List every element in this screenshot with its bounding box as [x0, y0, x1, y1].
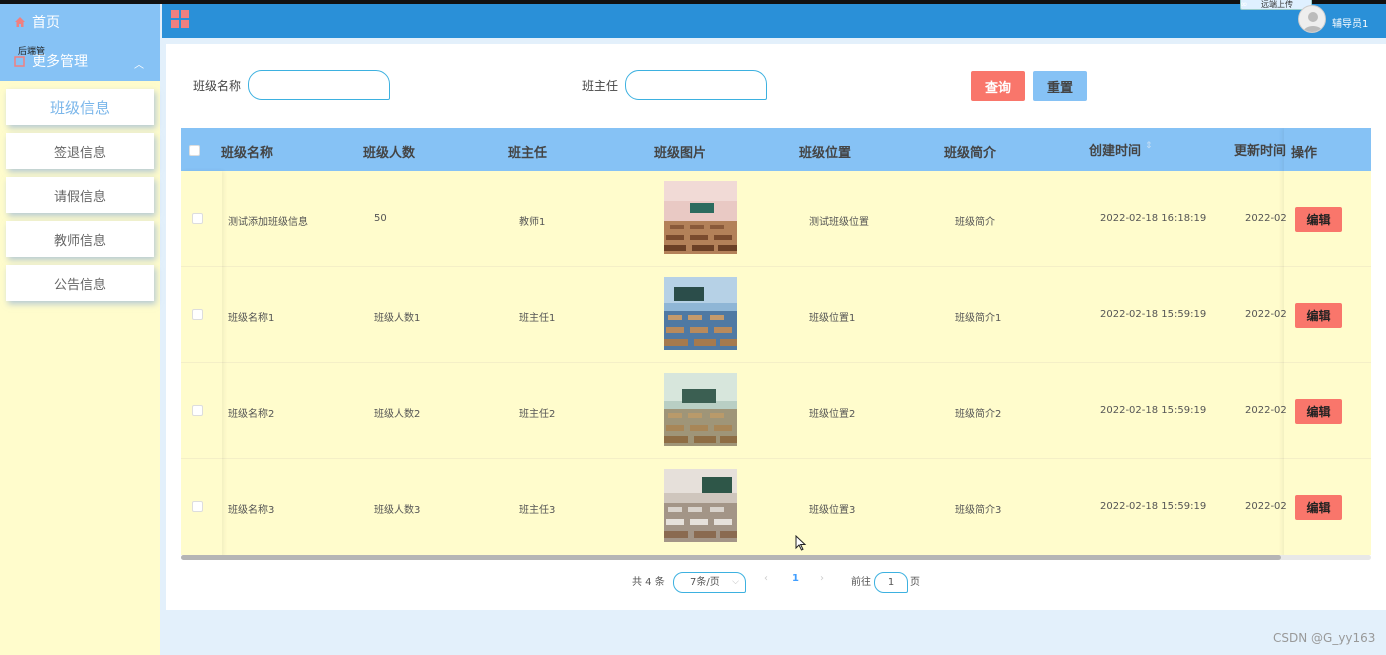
cell-class-name: 测试添加班级信息 — [228, 217, 308, 228]
main-panel: 班级名称 班主任 查询 重置 班级名称 班级人数 班主任 班级图片 班级位置 班… — [166, 44, 1386, 610]
col-actions: 操作 — [1291, 146, 1318, 161]
cell-teacher: 班主任3 — [519, 505, 556, 516]
cell-intro: 班级简介1 — [955, 313, 1002, 324]
cell-class-count: 50 — [374, 213, 387, 224]
cell-location: 班级位置3 — [809, 505, 856, 516]
cell-class-name: 班级名称2 — [228, 409, 275, 420]
col-teacher[interactable]: 班主任 — [508, 142, 547, 161]
cell-location: 班级位置1 — [809, 313, 856, 324]
edit-button[interactable]: 编辑 — [1295, 303, 1342, 328]
search-button[interactable]: 查询 — [971, 71, 1025, 101]
chevron-up-icon: ︿ — [134, 60, 144, 71]
col-class-location[interactable]: 班级位置 — [799, 142, 851, 161]
cell-intro: 班级简介2 — [955, 409, 1002, 420]
table-header: 班级名称 班级人数 班主任 班级图片 班级位置 班级简介 创建时间 ⇕ 更新时间… — [181, 128, 1371, 171]
reset-button[interactable]: 重置 — [1033, 71, 1087, 101]
table-row: 班级名称3 班级人数3 班主任3 班级位置3 班级简介3 2022-02-18 … — [181, 459, 1371, 555]
class-image[interactable] — [664, 277, 737, 350]
horizontal-scrollbar[interactable] — [181, 555, 1281, 560]
cell-updated: 2022-02 — [1245, 213, 1287, 224]
page-size-select[interactable]: 7条/页 ⌵ — [673, 572, 746, 593]
cell-class-count: 班级人数1 — [374, 313, 421, 324]
sidebar-item-leave-info[interactable]: 请假信息 — [6, 177, 154, 213]
col-class-image[interactable]: 班级图片 — [654, 142, 706, 161]
sidebar-item-teacher-info[interactable]: 教师信息 — [6, 221, 154, 257]
row-checkbox[interactable] — [192, 405, 203, 416]
teacher-label: 班主任 — [582, 79, 619, 93]
row-checkbox[interactable] — [192, 501, 203, 512]
goto-prefix: 前往 — [851, 577, 871, 588]
cell-class-count: 班级人数3 — [374, 505, 421, 516]
cell-intro: 班级简介 — [955, 217, 995, 228]
row-checkbox[interactable] — [192, 213, 203, 224]
class-image[interactable] — [664, 373, 737, 446]
sidebar-more-management[interactable]: 后端管 更多管理 ︿ — [0, 40, 160, 81]
next-page-icon[interactable]: › — [820, 573, 824, 584]
watermark: CSDN @G_yy163 — [1273, 631, 1376, 645]
top-header: 远端上传 ∞ 辅导员1 — [162, 0, 1386, 38]
cell-intro: 班级简介3 — [955, 505, 1002, 516]
col-class-name[interactable]: 班级名称 — [221, 142, 273, 161]
cell-created: 2022-02-18 15:59:19 — [1100, 501, 1207, 512]
sidebar: 首页 后端管 更多管理 ︿ 班级信息 签退信息 请假信息 教师信息 公告信息 — [0, 4, 160, 655]
cell-updated: 2022-02 — [1245, 501, 1287, 512]
cell-created: 2022-02-18 16:18:19 — [1100, 213, 1207, 224]
col-created-time[interactable]: 创建时间 — [1089, 140, 1141, 159]
table-row: 班级名称2 班级人数2 班主任2 班级位置2 班级简介2 2022-02-18 … — [181, 363, 1371, 459]
avatar[interactable] — [1298, 5, 1326, 33]
sort-icon[interactable]: ⇕ — [1145, 141, 1153, 151]
sidebar-item-class-info[interactable]: 班级信息 — [6, 89, 154, 125]
pager-total: 共 4 条 — [632, 577, 665, 588]
cell-location: 测试班级位置 — [809, 217, 869, 228]
prev-page-icon[interactable]: ‹ — [764, 573, 768, 584]
sidebar-item-notice-info[interactable]: 公告信息 — [6, 265, 154, 301]
sidebar-home[interactable]: 首页 — [0, 4, 160, 40]
class-name-input[interactable] — [248, 70, 390, 100]
edit-button[interactable]: 编辑 — [1295, 207, 1342, 232]
class-table: 班级名称 班级人数 班主任 班级图片 班级位置 班级简介 创建时间 ⇕ 更新时间… — [181, 128, 1371, 560]
infinity-icon: ∞ — [1240, 0, 1248, 10]
table-row: 测试添加班级信息 50 教师1 测试班级位置 班级简介 2022-02-18 1… — [181, 171, 1371, 267]
col-class-count[interactable]: 班级人数 — [363, 142, 415, 161]
sidebar-home-label: 首页 — [32, 15, 60, 31]
cell-updated: 2022-02 — [1245, 405, 1287, 416]
grid-menu-icon[interactable] — [171, 10, 189, 28]
edit-button[interactable]: 编辑 — [1295, 495, 1342, 520]
page-number-current[interactable]: 1 — [792, 573, 799, 584]
sidebar-item-signout-info[interactable]: 签退信息 — [6, 133, 154, 169]
mouse-cursor-icon — [795, 535, 807, 551]
cell-updated: 2022-02 — [1245, 309, 1287, 320]
sidebar-menu: 班级信息 签退信息 请假信息 教师信息 公告信息 — [0, 81, 160, 301]
cell-created: 2022-02-18 15:59:19 — [1100, 405, 1207, 416]
cell-class-count: 班级人数2 — [374, 409, 421, 420]
col-class-intro[interactable]: 班级简介 — [944, 142, 996, 161]
user-name[interactable]: 辅导员1 — [1332, 15, 1368, 30]
teacher-input[interactable] — [625, 70, 767, 100]
cell-created: 2022-02-18 15:59:19 — [1100, 309, 1207, 320]
goto-page-input[interactable]: 1 — [874, 572, 908, 593]
sidebar-more-tiny: 后端管 — [18, 47, 46, 57]
cell-class-name: 班级名称3 — [228, 505, 275, 516]
table-row: 班级名称1 班级人数1 班主任1 班级位置1 班级简介1 2022-02-18 … — [181, 267, 1371, 363]
cell-location: 班级位置2 — [809, 409, 856, 420]
chevron-down-icon: ⌵ — [732, 577, 739, 587]
home-icon — [14, 16, 26, 28]
cell-teacher: 班主任1 — [519, 313, 556, 324]
class-image[interactable] — [664, 181, 737, 254]
class-name-label: 班级名称 — [193, 79, 242, 93]
cell-class-name: 班级名称1 — [228, 313, 275, 324]
cell-teacher: 班主任2 — [519, 409, 556, 420]
page-size-value: 7条/页 — [690, 577, 720, 588]
class-image[interactable] — [664, 469, 737, 542]
goto-suffix: 页 — [910, 577, 920, 588]
col-updated-time[interactable]: 更新时间 — [1234, 140, 1286, 159]
row-checkbox[interactable] — [192, 309, 203, 320]
cell-teacher: 教师1 — [519, 217, 546, 228]
edit-button[interactable]: 编辑 — [1295, 399, 1342, 424]
select-all-checkbox[interactable] — [189, 145, 200, 156]
